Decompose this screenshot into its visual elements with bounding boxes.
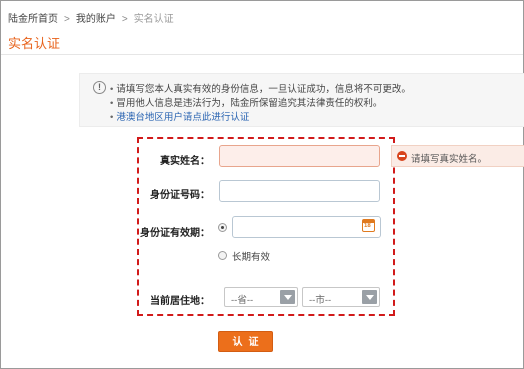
breadcrumb: 陆金所首页 > 我的账户 > 实名认证	[8, 10, 174, 25]
id-number-input[interactable]	[219, 180, 380, 202]
id-number-label: 身份证号码：	[150, 190, 210, 201]
name-label: 真实姓名：	[160, 156, 210, 167]
breadcrumb-separator: >	[64, 14, 70, 25]
province-select-text: --省--	[231, 295, 254, 306]
chevron-down-icon	[362, 290, 377, 304]
notice-line-3: • 港澳台地区用户请点此进行认证	[110, 112, 250, 123]
province-select[interactable]: --省--	[224, 287, 298, 307]
breadcrumb-account-link[interactable]: 我的账户	[76, 14, 116, 25]
title-divider	[1, 54, 523, 55]
breadcrumb-separator: >	[121, 14, 128, 25]
verify-submit-button[interactable]: 认证	[218, 331, 273, 352]
notice-line-1: • 请填写您本人真实有效的身份信息，一旦认证成功，信息将不可更改。	[110, 84, 411, 95]
id-expiry-label: 身份证有效期：	[140, 228, 210, 239]
hk-macau-taiwan-link[interactable]: 港澳台地区用户请点此进行认证	[116, 112, 249, 123]
calendar-icon[interactable]	[362, 219, 375, 232]
name-error-tip: 请填写真实姓名。	[391, 145, 524, 167]
real-name-input[interactable]	[219, 145, 380, 167]
breadcrumb-current: 实名认证	[133, 14, 174, 25]
exclamation-icon: !	[93, 81, 106, 94]
city-select[interactable]: --市--	[302, 287, 380, 307]
address-label: 当前居住地：	[150, 296, 210, 307]
expiry-date-input[interactable]	[232, 216, 381, 238]
long-term-radio[interactable]	[218, 251, 227, 260]
notice-line-2: • 冒用他人信息是违法行为，陆金所保留追究其法律责任的权利。	[110, 98, 383, 109]
city-select-text: --市--	[309, 295, 332, 306]
error-minus-icon	[397, 151, 407, 161]
long-term-label[interactable]: 长期有效	[232, 249, 270, 263]
expiry-date-radio[interactable]	[218, 223, 227, 232]
breadcrumb-home-link[interactable]: 陆金所首页	[8, 14, 58, 25]
chevron-down-icon	[280, 290, 295, 304]
notice-box: ! • 请填写您本人真实有效的身份信息，一旦认证成功，信息将不可更改。 • 冒用他人…	[79, 73, 524, 127]
page-title: 实名认证	[8, 36, 61, 51]
name-error-text: 请填写真实姓名。	[411, 154, 488, 165]
